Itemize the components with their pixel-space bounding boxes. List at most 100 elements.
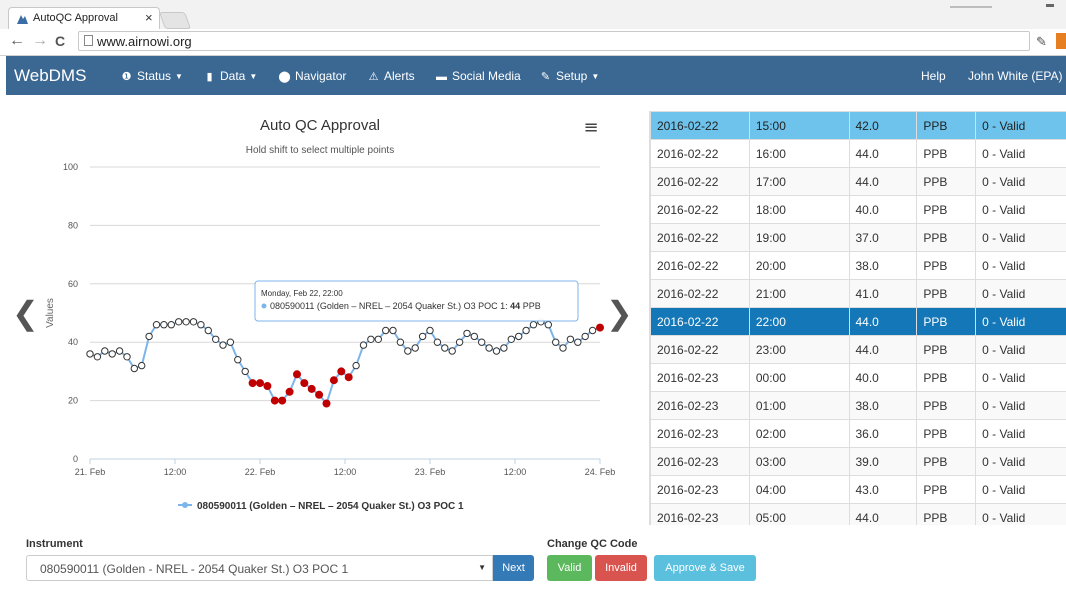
data-point[interactable] bbox=[182, 318, 190, 326]
valid-button[interactable]: Valid bbox=[547, 555, 592, 581]
data-point-invalid[interactable] bbox=[337, 367, 346, 376]
data-point[interactable] bbox=[396, 338, 405, 346]
data-point[interactable] bbox=[160, 321, 168, 329]
data-point-invalid[interactable] bbox=[329, 376, 338, 385]
rss-extension-icon[interactable] bbox=[1056, 33, 1066, 49]
forward-arrow-icon[interactable]: → bbox=[32, 33, 48, 49]
next-button[interactable]: Next bbox=[493, 555, 534, 581]
data-point[interactable] bbox=[485, 344, 493, 352]
data-point[interactable] bbox=[426, 326, 434, 335]
table-row[interactable]: 2016-02-22 15:00 42.0 PPB 0 - Valid bbox=[650, 111, 1066, 140]
data-point[interactable] bbox=[123, 353, 131, 361]
data-point[interactable] bbox=[138, 361, 146, 370]
data-point[interactable] bbox=[241, 367, 249, 376]
data-point-invalid[interactable] bbox=[322, 399, 331, 408]
table-row[interactable]: 2016-02-23 00:00 40.0 PPB 0 - Valid bbox=[650, 363, 1066, 392]
data-point[interactable] bbox=[448, 347, 456, 355]
data-point[interactable] bbox=[515, 332, 523, 341]
data-point[interactable] bbox=[101, 347, 109, 355]
data-point[interactable] bbox=[500, 344, 508, 352]
nav-data[interactable]: ▮ Data ▼ bbox=[203, 69, 257, 83]
data-point-invalid[interactable] bbox=[315, 390, 324, 399]
invalid-button[interactable]: Invalid bbox=[595, 555, 647, 581]
data-point[interactable] bbox=[145, 332, 153, 341]
data-point-invalid[interactable] bbox=[278, 396, 287, 405]
data-point[interactable] bbox=[552, 338, 560, 346]
data-point-invalid[interactable] bbox=[285, 387, 294, 396]
data-point[interactable] bbox=[418, 332, 427, 341]
back-arrow-icon[interactable]: ← bbox=[9, 33, 25, 49]
data-point[interactable] bbox=[566, 335, 575, 343]
data-point[interactable] bbox=[522, 326, 530, 335]
data-point[interactable] bbox=[167, 321, 176, 329]
chart-menu-icon[interactable]: ≡ bbox=[583, 117, 598, 138]
nav-help[interactable]: Help bbox=[921, 69, 946, 83]
nav-social-media[interactable]: ▬ Social Media bbox=[435, 69, 521, 83]
data-point[interactable] bbox=[115, 347, 124, 355]
data-point[interactable] bbox=[212, 335, 220, 343]
table-row[interactable]: 2016-02-22 22:00 44.0 PPB 0 - Valid bbox=[650, 307, 1066, 336]
data-point[interactable] bbox=[389, 326, 397, 335]
instrument-select[interactable]: 080590011 (Golden - NREL - 2054 Quaker S… bbox=[26, 555, 493, 581]
table-row[interactable]: 2016-02-23 01:00 38.0 PPB 0 - Valid bbox=[650, 391, 1066, 420]
data-point[interactable] bbox=[463, 329, 471, 338]
eyedropper-extension-icon[interactable]: ✎ bbox=[1036, 34, 1047, 50]
data-point-invalid[interactable] bbox=[300, 379, 309, 388]
chart-svg[interactable]: Auto QC Approval Hold shift to select mu… bbox=[0, 95, 648, 525]
chart-legend[interactable]: 080590011 (Golden – NREL – 2054 Quaker S… bbox=[178, 501, 464, 512]
data-table-container[interactable]: 2016-02-22 15:00 42.0 PPB 0 - Valid 2016-02-2… bbox=[649, 111, 1066, 525]
data-point[interactable] bbox=[234, 356, 242, 364]
table-row[interactable]: 2016-02-23 04:00 43.0 PPB 0 - Valid bbox=[650, 475, 1066, 504]
data-point[interactable] bbox=[478, 338, 486, 346]
data-point[interactable] bbox=[86, 350, 94, 358]
data-point[interactable] bbox=[367, 335, 375, 343]
data-point[interactable] bbox=[93, 353, 102, 361]
nav-setup[interactable]: ✎ Setup ▼ bbox=[539, 69, 599, 83]
data-point[interactable] bbox=[559, 344, 567, 352]
new-tab-button[interactable] bbox=[158, 12, 192, 29]
data-point[interactable] bbox=[470, 332, 478, 341]
data-point[interactable] bbox=[455, 338, 464, 346]
approve-save-button[interactable]: Approve & Save bbox=[654, 555, 756, 581]
table-row[interactable]: 2016-02-23 05:00 44.0 PPB 0 - Valid bbox=[650, 503, 1066, 525]
data-point[interactable] bbox=[588, 326, 597, 335]
data-point[interactable] bbox=[441, 344, 449, 352]
data-point[interactable] bbox=[197, 321, 205, 329]
data-point[interactable] bbox=[152, 321, 161, 329]
data-point-invalid[interactable] bbox=[596, 323, 604, 332]
table-row[interactable]: 2016-02-23 03:00 39.0 PPB 0 - Valid bbox=[650, 447, 1066, 476]
brand-logo[interactable]: WebDMS bbox=[14, 66, 86, 86]
data-point[interactable] bbox=[411, 344, 419, 352]
data-point-invalid[interactable] bbox=[344, 373, 353, 382]
table-row[interactable]: 2016-02-23 02:00 36.0 PPB 0 - Valid bbox=[650, 419, 1066, 448]
nav-status[interactable]: ❶ Status ▼ bbox=[120, 69, 183, 83]
data-point[interactable] bbox=[529, 321, 538, 329]
nav-navigator[interactable]: ⬤ Navigator bbox=[278, 69, 346, 83]
data-point[interactable] bbox=[433, 338, 442, 346]
data-point[interactable] bbox=[226, 338, 235, 346]
data-point[interactable] bbox=[108, 350, 116, 358]
data-point[interactable] bbox=[544, 321, 552, 329]
reload-icon[interactable]: C bbox=[55, 33, 65, 49]
address-bar[interactable]: www.airnowi.org bbox=[78, 31, 1030, 51]
table-row[interactable]: 2016-02-22 20:00 38.0 PPB 0 - Valid bbox=[650, 251, 1066, 280]
table-row[interactable]: 2016-02-22 18:00 40.0 PPB 0 - Valid bbox=[650, 195, 1066, 224]
data-point-invalid[interactable] bbox=[248, 379, 257, 388]
tab-close-icon[interactable]: × bbox=[145, 10, 153, 25]
data-point-invalid[interactable] bbox=[256, 379, 264, 388]
data-point[interactable] bbox=[507, 335, 515, 343]
data-point[interactable] bbox=[382, 326, 390, 335]
browser-tab[interactable]: AutoQC Approval × bbox=[8, 7, 160, 29]
table-row[interactable]: 2016-02-22 19:00 37.0 PPB 0 - Valid bbox=[650, 223, 1066, 252]
data-point-invalid[interactable] bbox=[263, 382, 272, 390]
table-row[interactable]: 2016-02-22 23:00 44.0 PPB 0 - Valid bbox=[650, 335, 1066, 364]
data-point[interactable] bbox=[492, 347, 501, 355]
nav-user[interactable]: John White (EPA) 5 bbox=[968, 69, 1066, 83]
data-point[interactable] bbox=[404, 347, 412, 355]
data-point[interactable] bbox=[352, 361, 360, 370]
nav-alerts[interactable]: ⚠ Alerts bbox=[367, 69, 415, 83]
data-point[interactable] bbox=[359, 341, 368, 349]
data-point-invalid[interactable] bbox=[270, 396, 279, 405]
data-point[interactable] bbox=[189, 318, 198, 326]
data-point[interactable] bbox=[219, 341, 227, 349]
